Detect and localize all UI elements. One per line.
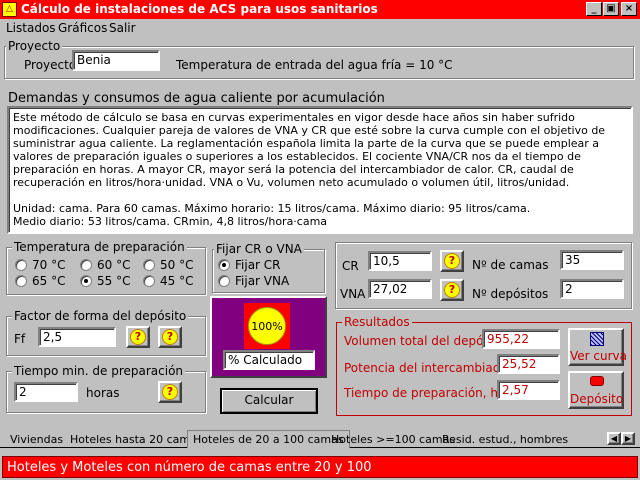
chart-icon [590, 332, 604, 346]
cr-help-button[interactable]: ? [440, 250, 464, 272]
arrow-left-icon: ◀ [610, 434, 618, 443]
factor-legend: Factor de forma del depósito [12, 309, 189, 323]
depositos-input[interactable]: 2 [560, 279, 624, 299]
radio-55c[interactable] [80, 275, 92, 287]
arrow-right-icon: ▶ [624, 434, 632, 443]
description-text-area[interactable]: Este método de cálculo se basa en curvas… [7, 106, 633, 234]
title-bar: △ Cálculo de instalaciones de ACS para u… [0, 0, 640, 19]
tab-viviendas[interactable]: Viviendas [6, 432, 67, 447]
radio-fijar-vna[interactable] [218, 275, 230, 287]
maximize-button[interactable]: ▣ [603, 2, 619, 16]
help-icon: ? [444, 282, 460, 298]
radio-70c[interactable] [15, 259, 27, 271]
temperatura-legend: Temperatura de preparación [12, 240, 187, 254]
close-button[interactable]: × [621, 2, 637, 16]
ver-curva-label: Ver curva [570, 349, 627, 363]
proyecto-legend: Proyecto [6, 39, 63, 53]
tiempo-min-unit: horas [86, 386, 120, 400]
radio-70c-label: 70 °C [32, 258, 66, 272]
proyecto-input[interactable]: Benia [72, 50, 160, 71]
vna-input[interactable]: 27,02 [368, 279, 432, 299]
temperatura-entrada-text: Temperatura de entrada del agua fría = 1… [176, 58, 453, 72]
tab-resid-estud[interactable]: Resid. estud., hombres [438, 432, 572, 447]
help-icon: ? [444, 253, 460, 269]
radio-fijar-vna-label: Fijar VNA [235, 274, 290, 288]
ff-input[interactable]: 2,5 [38, 327, 116, 347]
ff-label: Ff [14, 332, 26, 346]
tab-hoteles-20-100[interactable]: Hoteles de 20 a 100 camas [187, 430, 350, 448]
tiempo-prep-value[interactable]: 2,57 [497, 380, 560, 400]
menu-salir[interactable]: Salir [109, 21, 136, 35]
radio-60c[interactable] [80, 259, 92, 271]
volumen-value[interactable]: 955,22 [482, 329, 560, 349]
tab-scroll-right[interactable]: ▶ [621, 432, 635, 445]
description-units-line: Unidad: cama. Para 60 camas. Máximo hora… [13, 202, 531, 215]
tiempo-help-button[interactable]: ? [158, 381, 182, 403]
radio-fijar-cr[interactable] [218, 259, 230, 271]
camas-input[interactable]: 35 [560, 250, 624, 270]
tank-icon [590, 376, 604, 386]
radio-65c-label: 65 °C [32, 274, 66, 288]
menu-bar: Listados Gráficos Salir [0, 19, 640, 37]
menu-listados[interactable]: Listados [6, 21, 56, 35]
radio-60c-label: 60 °C [97, 258, 131, 272]
radio-55c-label: 55 °C [97, 274, 131, 288]
calcular-button[interactable]: Calcular [220, 388, 318, 414]
deposito-button[interactable]: Depósito [568, 371, 624, 409]
minimize-button[interactable]: _ [586, 2, 602, 16]
tiempo-min-input[interactable]: 2 [14, 382, 78, 402]
tiempo-min-legend: Tiempo min. de preparación [12, 364, 186, 378]
description-daily-line: Medio diario: 53 litros/cama. CRmin, 4,8… [13, 215, 328, 228]
help-icon: ? [162, 384, 178, 400]
status-bar: Hoteles y Moteles con número de camas en… [2, 456, 638, 478]
help-icon: ? [130, 329, 146, 345]
radio-50c-label: 50 °C [160, 258, 194, 272]
radio-45c[interactable] [143, 275, 155, 287]
window-title: Cálculo de instalaciones de ACS para uso… [21, 2, 378, 16]
demandas-heading: Demandas y consumos de agua caliente por… [8, 91, 385, 106]
radio-45c-label: 45 °C [160, 274, 194, 288]
radio-50c[interactable] [143, 259, 155, 271]
resultados-legend: Resultados [342, 315, 412, 329]
radio-65c[interactable] [15, 275, 27, 287]
ver-curva-button[interactable]: Ver curva [568, 328, 627, 366]
tab-hoteles-hasta-20[interactable]: Hoteles hasta 20 camas [66, 432, 207, 447]
vna-label: VNA [340, 287, 366, 301]
potencia-value[interactable]: 25,52 [497, 354, 560, 374]
camas-label: Nº de camas [472, 258, 549, 272]
fijar-legend: Fijar CR o VNA [214, 242, 304, 256]
progress-caption: % Calculado [223, 350, 315, 370]
description-paragraph: Este método de cálculo se basa en curvas… [13, 111, 606, 189]
radio-fijar-cr-label: Fijar CR [235, 258, 281, 272]
progress-text: 100% [251, 320, 283, 333]
cr-input[interactable]: 10,5 [368, 251, 432, 271]
tab-scroll-left[interactable]: ◀ [607, 432, 621, 445]
vna-help-button[interactable]: ? [440, 279, 464, 301]
deposito-label: Depósito [570, 392, 624, 406]
help-icon: ? [162, 329, 178, 345]
ff-help-button-2[interactable]: ? [158, 326, 182, 348]
ff-help-button[interactable]: ? [126, 326, 150, 348]
tab-strip: Viviendas Hoteles hasta 20 camas Hoteles… [0, 430, 640, 448]
depositos-label: Nº depósitos [472, 287, 549, 301]
menu-graficos[interactable]: Gráficos [58, 21, 107, 35]
app-icon: △ [2, 2, 17, 17]
cr-label: CR [342, 259, 359, 273]
